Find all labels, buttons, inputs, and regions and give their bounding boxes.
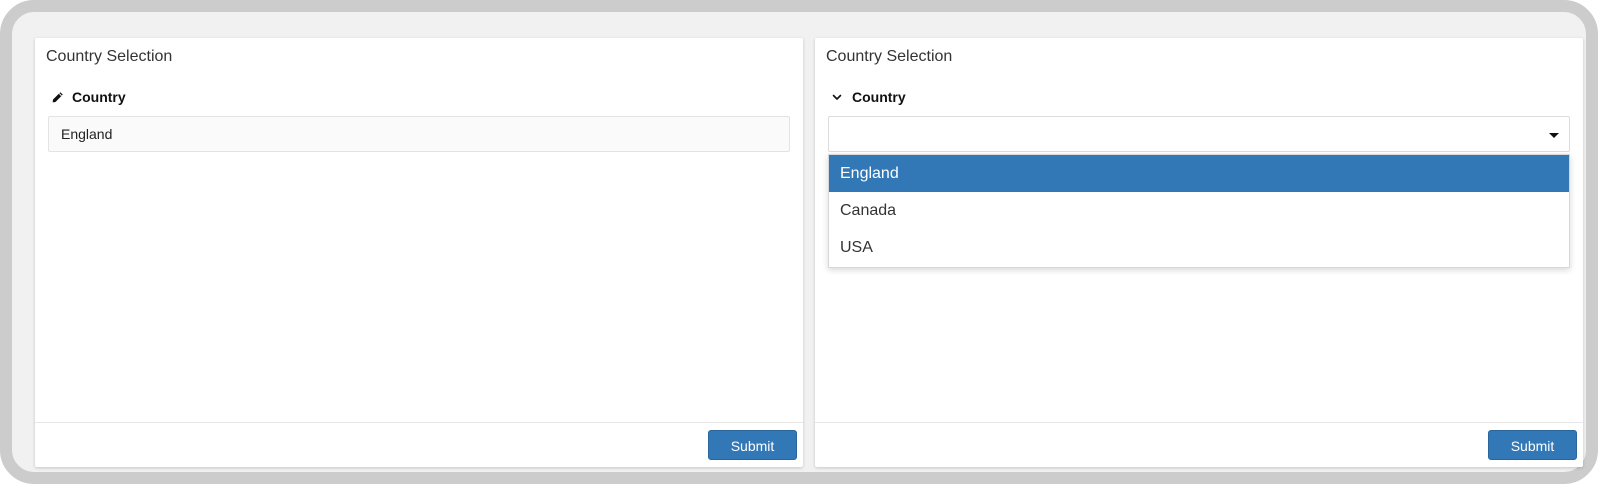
field-header: Country (830, 88, 906, 106)
country-selection-panel-right: Country Selection Country England Canada… (815, 38, 1583, 467)
submit-button[interactable]: Submit (708, 430, 797, 460)
panel-title: Country Selection (46, 48, 173, 65)
panel-title: Country Selection (826, 48, 953, 65)
field-label-country: Country (72, 89, 126, 105)
country-value-display[interactable]: England (48, 116, 790, 152)
country-select[interactable] (828, 116, 1570, 152)
panel-footer: Submit (35, 422, 803, 467)
panel-footer: Submit (815, 422, 1583, 467)
pencil-icon (50, 90, 64, 104)
field-header: Country (50, 88, 126, 106)
caret-down-icon[interactable] (1547, 128, 1561, 142)
dropdown-option-canada[interactable]: Canada (829, 192, 1569, 229)
country-selection-panel-left: Country Selection Country England Submit (35, 38, 803, 467)
app-frame: Country Selection Country England Submit… (0, 0, 1598, 484)
dropdown-option-england[interactable]: England (829, 155, 1569, 192)
dropdown-option-usa[interactable]: USA (829, 229, 1569, 266)
chevron-down-icon[interactable] (830, 90, 844, 104)
field-label-country: Country (852, 89, 906, 105)
country-dropdown-list: England Canada USA (828, 154, 1570, 268)
submit-button[interactable]: Submit (1488, 430, 1577, 460)
